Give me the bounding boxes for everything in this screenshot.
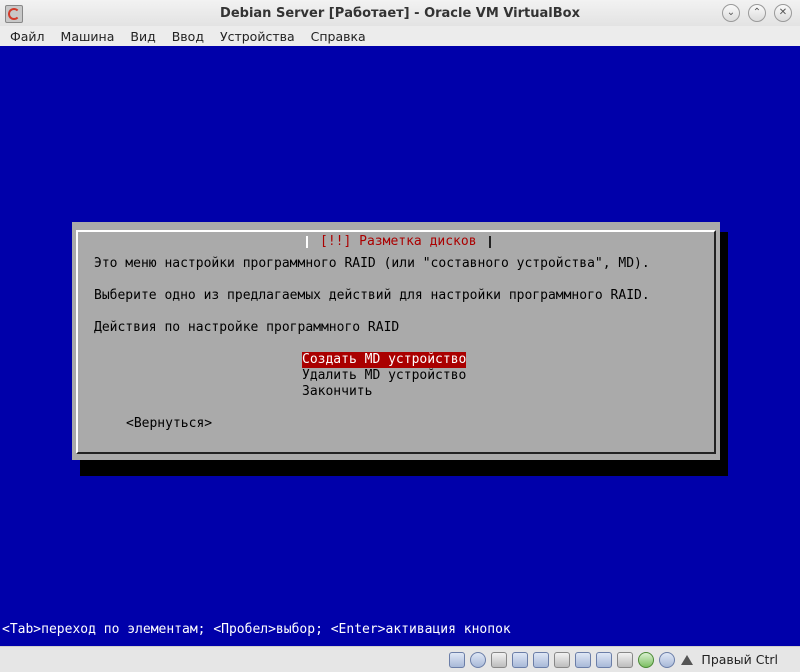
audio-icon[interactable] <box>491 651 508 668</box>
dialog-actions-heading: Действия по настройке программного RAID <box>94 320 400 335</box>
keyboard-help-line: <Tab>переход по элементам; <Пробел>выбор… <box>2 622 511 637</box>
status-bar: Правый Ctrl <box>0 646 800 672</box>
menu-devices[interactable]: Устройства <box>214 29 301 44</box>
host-key-label: Правый Ctrl <box>701 652 778 667</box>
dialog-instruction-text: Выберите одно из предлагаемых действий д… <box>94 288 650 303</box>
option-finish[interactable]: Закончить <box>302 384 372 400</box>
optical-drive-icon[interactable] <box>470 651 487 668</box>
network-icon[interactable] <box>512 651 529 668</box>
usb-icon[interactable] <box>533 651 550 668</box>
dialog-intro-text: Это меню настройки программного RAID (ил… <box>94 256 650 271</box>
dialog-frame: [!!] Разметка дисков Это меню настройки … <box>76 230 716 454</box>
close-button[interactable]: ✕ <box>774 4 792 22</box>
title-bar[interactable]: Debian Server [Работает] - Oracle VM Vir… <box>0 0 800 26</box>
menu-bar: Файл Машина Вид Ввод Устройства Справка <box>0 26 800 46</box>
arrow-icon[interactable] <box>659 651 676 668</box>
video-capture-icon[interactable] <box>596 651 613 668</box>
virtualbox-app-icon[interactable] <box>5 5 23 23</box>
host-key-arrow-icon <box>681 654 694 665</box>
menu-input[interactable]: Ввод <box>166 29 210 44</box>
menu-help[interactable]: Справка <box>305 29 372 44</box>
cpu-icon[interactable] <box>638 651 655 668</box>
option-create-md[interactable]: Создать MD устройство <box>302 352 467 368</box>
window-title: Debian Server [Работает] - Oracle VM Vir… <box>220 5 580 21</box>
window-controls: ⌄ ⌃ ✕ <box>722 4 792 22</box>
dialog-title: [!!] Разметка дисков <box>306 234 491 250</box>
mouse-integration-icon[interactable] <box>617 651 634 668</box>
option-delete-md[interactable]: Удалить MD устройство <box>302 368 466 384</box>
menu-view[interactable]: Вид <box>124 29 161 44</box>
vm-display[interactable]: [!!] Разметка дисков Это меню настройки … <box>0 46 800 646</box>
partition-dialog: [!!] Разметка дисков Это меню настройки … <box>72 222 720 460</box>
minimize-button[interactable]: ⌄ <box>722 4 740 22</box>
shared-folders-icon[interactable] <box>554 651 571 668</box>
maximize-button[interactable]: ⌃ <box>748 4 766 22</box>
menu-file[interactable]: Файл <box>4 29 51 44</box>
menu-machine[interactable]: Машина <box>55 29 121 44</box>
back-button[interactable]: <Вернуться> <box>126 416 212 432</box>
hard-disk-icon[interactable] <box>449 651 466 668</box>
display-icon[interactable] <box>575 651 592 668</box>
